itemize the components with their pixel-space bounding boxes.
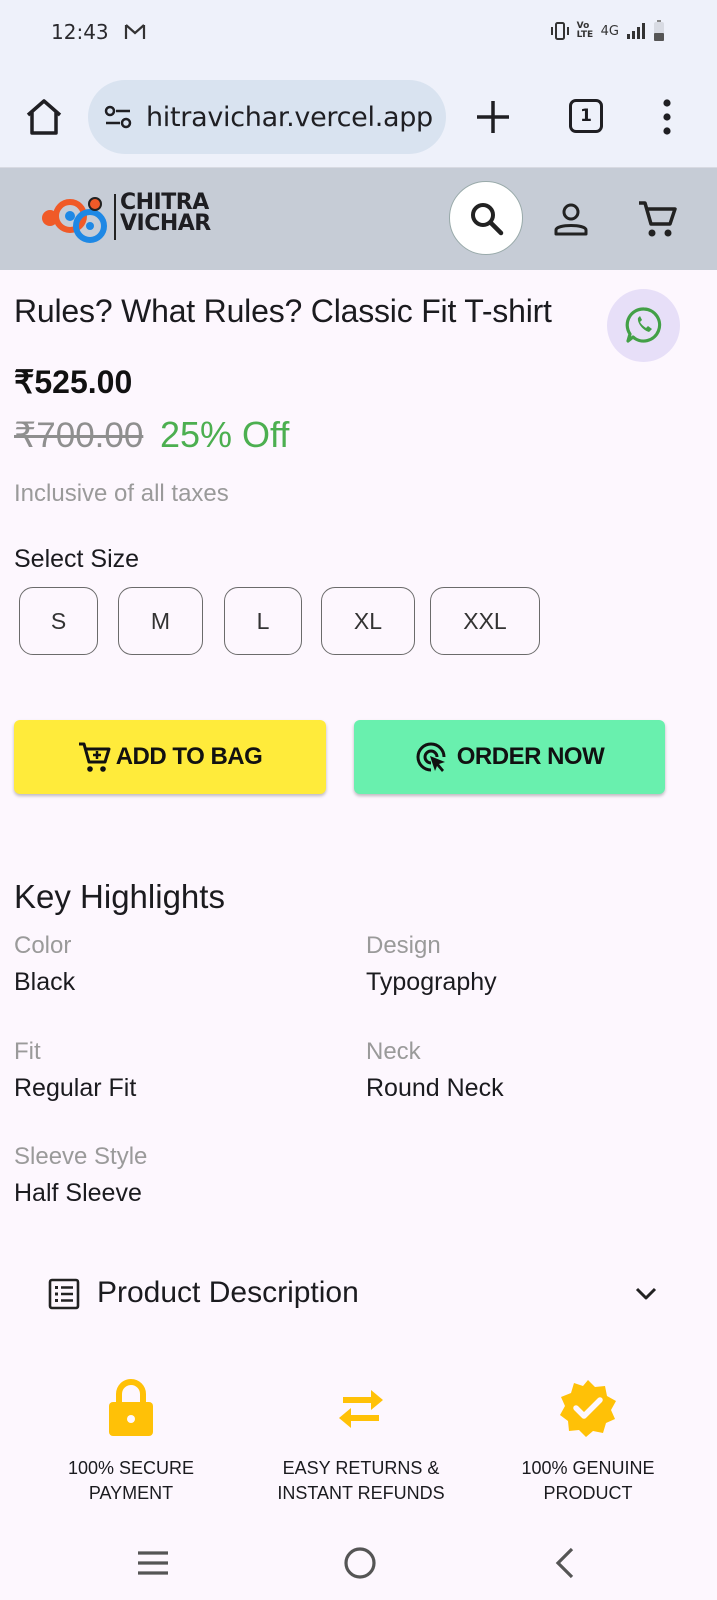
highlight-label-design: Design bbox=[366, 932, 441, 959]
tax-note: Inclusive of all taxes bbox=[14, 480, 229, 507]
product-title: Rules? What Rules? Classic Fit T-shirt bbox=[14, 293, 552, 329]
product-description-toggle[interactable]: Product Description bbox=[48, 1270, 658, 1318]
product-price: ₹525.00 bbox=[14, 364, 133, 400]
verified-badge-icon bbox=[560, 1380, 616, 1437]
address-bar[interactable]: hitravichar.vercel.app bbox=[88, 80, 446, 154]
system-navigation-bar bbox=[0, 1524, 717, 1600]
gmail-icon bbox=[124, 24, 146, 39]
add-to-bag-button[interactable]: ADD TO BAG bbox=[14, 720, 326, 794]
signal-icon bbox=[627, 23, 645, 39]
recent-apps-icon[interactable] bbox=[136, 1549, 170, 1577]
search-icon bbox=[471, 203, 504, 236]
cart-icon[interactable] bbox=[637, 198, 679, 240]
highlight-value-sleeve: Half Sleeve bbox=[14, 1179, 142, 1207]
status-icons: Vo LTE 4G bbox=[549, 20, 665, 42]
size-option-m[interactable]: M bbox=[118, 587, 203, 655]
battery-icon bbox=[654, 20, 664, 41]
size-option-xxl[interactable]: XXL bbox=[430, 587, 540, 655]
browser-toolbar: hitravichar.vercel.app 1 bbox=[0, 66, 717, 168]
add-to-bag-label: ADD TO BAG bbox=[115, 743, 263, 770]
trust-genuine-line1: 100% GENUINE bbox=[521, 1458, 655, 1478]
order-now-label: ORDER NOW bbox=[456, 743, 605, 770]
product-description-label: Product Description bbox=[97, 1276, 359, 1309]
logo-divider bbox=[114, 194, 116, 240]
whatsapp-icon bbox=[625, 307, 662, 343]
list-details-icon bbox=[48, 1278, 80, 1310]
trust-secure-line2: PAYMENT bbox=[88, 1483, 174, 1503]
click-pointer-icon bbox=[416, 742, 446, 772]
highlight-value-color: Black bbox=[14, 968, 76, 996]
trust-badge-genuine: 100% GENUINE PRODUCT bbox=[483, 1378, 693, 1506]
logo-line1: CHITRA bbox=[120, 190, 209, 215]
back-icon[interactable] bbox=[553, 1546, 577, 1580]
status-bar: 12:43 Vo LTE 4G bbox=[0, 0, 717, 66]
logo[interactable] bbox=[40, 190, 112, 248]
volte-indicator: Vo LTE bbox=[576, 21, 594, 40]
whatsapp-button[interactable] bbox=[607, 289, 680, 362]
highlight-value-neck: Round Neck bbox=[366, 1074, 504, 1102]
lock-icon bbox=[109, 1379, 153, 1436]
highlight-label-neck: Neck bbox=[366, 1038, 421, 1065]
swap-arrows-icon bbox=[339, 1390, 383, 1428]
highlight-value-fit: Regular Fit bbox=[14, 1074, 137, 1102]
highlight-value-design: Typography bbox=[366, 968, 497, 996]
tab-switcher-icon[interactable]: 1 bbox=[569, 99, 603, 133]
system-home-icon[interactable] bbox=[343, 1546, 377, 1580]
account-icon[interactable] bbox=[552, 200, 590, 238]
product-mrp: ₹700.00 bbox=[14, 416, 144, 455]
trust-badge-returns: EASY RETURNS & INSTANT REFUNDS bbox=[256, 1378, 466, 1506]
site-header: CHITRA VICHAR bbox=[0, 168, 717, 270]
key-highlights-title: Key Highlights bbox=[14, 878, 225, 915]
url-text[interactable]: hitravichar.vercel.app bbox=[146, 102, 433, 133]
highlight-label-color: Color bbox=[14, 932, 72, 959]
more-icon[interactable] bbox=[660, 97, 674, 137]
cart-icon bbox=[78, 742, 111, 772]
highlight-label-sleeve: Sleeve Style bbox=[14, 1143, 148, 1170]
size-option-l[interactable]: L bbox=[224, 587, 302, 655]
network-type: 4G bbox=[600, 23, 619, 39]
site-settings-icon[interactable] bbox=[104, 105, 132, 129]
logo-wordmark[interactable]: CHITRA VICHAR bbox=[120, 190, 211, 236]
size-option-s[interactable]: S bbox=[19, 587, 98, 655]
new-tab-icon[interactable] bbox=[472, 96, 514, 138]
order-now-button[interactable]: ORDER NOW bbox=[354, 720, 665, 794]
discount-label: 25% Off bbox=[160, 414, 290, 455]
search-button[interactable] bbox=[449, 181, 523, 255]
size-selector-label: Select Size bbox=[14, 545, 140, 573]
vibrate-icon bbox=[550, 22, 569, 40]
logo-line2: VICHAR bbox=[120, 211, 211, 236]
chevron-down-icon bbox=[635, 1287, 657, 1300]
trust-genuine-line2: PRODUCT bbox=[543, 1483, 633, 1503]
home-icon[interactable] bbox=[22, 95, 66, 139]
trust-badge-secure: 100% SECURE PAYMENT bbox=[26, 1378, 236, 1506]
trust-returns-line2: INSTANT REFUNDS bbox=[277, 1483, 445, 1503]
status-time: 12:43 bbox=[51, 20, 109, 44]
trust-secure-line1: 100% SECURE bbox=[67, 1458, 195, 1478]
highlight-label-fit: Fit bbox=[14, 1038, 41, 1065]
size-option-xl[interactable]: XL bbox=[321, 587, 415, 655]
trust-returns-line1: EASY RETURNS & bbox=[282, 1458, 440, 1478]
